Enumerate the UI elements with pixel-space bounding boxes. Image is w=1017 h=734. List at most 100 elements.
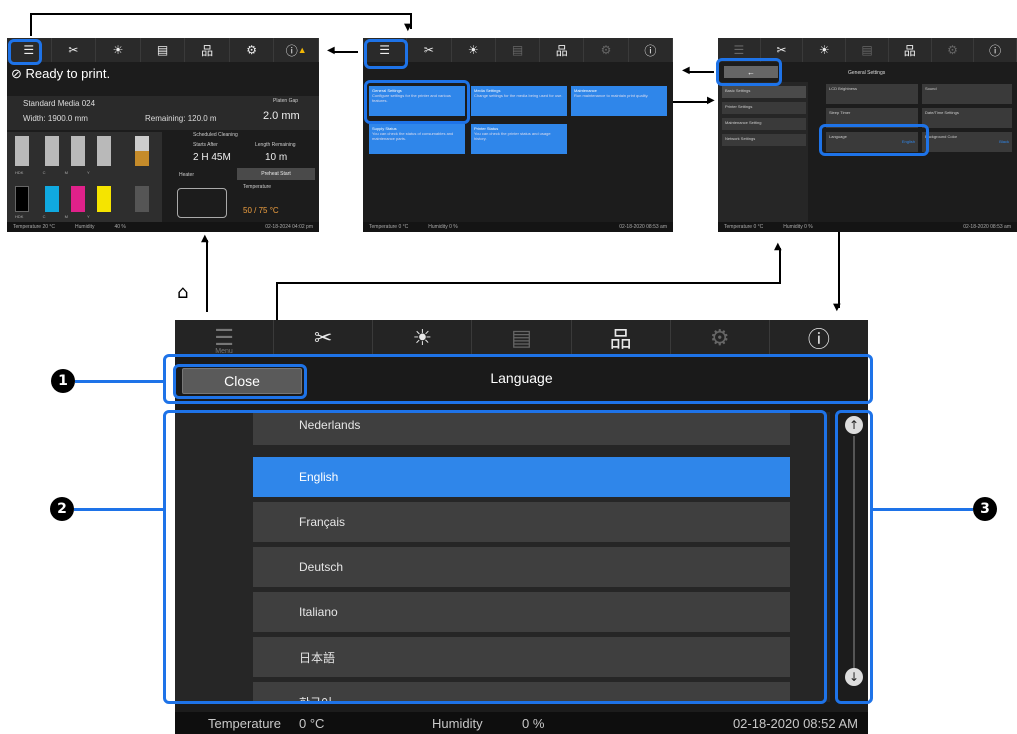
ink-labels-top: HDK C M Y <box>15 170 90 175</box>
info-icon[interactable]: ⓘ ▲ <box>274 38 319 62</box>
heater-label: Heater <box>179 172 195 178</box>
highlight-back-button <box>716 58 782 86</box>
menu-tile-media-settings[interactable]: Media Settings Change settings for the me… <box>471 86 567 116</box>
callout-line-1 <box>75 380 163 383</box>
length-remaining-value: 10 m <box>265 152 288 163</box>
left-item-printer[interactable]: Printer Settings <box>722 102 806 114</box>
highlight-language-list <box>163 410 827 704</box>
media-icon[interactable]: ▤ <box>141 38 186 62</box>
platen-gap-label: Platen Gap <box>273 98 299 104</box>
home-toolbar: ☰ ✂ ☀ ▤ 品 ⚙ ⓘ ▲ <box>7 38 319 62</box>
left-item-basic[interactable]: Basic Settings <box>722 86 806 98</box>
heater-diagram <box>177 188 227 218</box>
network-icon[interactable]: 品 <box>889 38 932 62</box>
callout-3: 3 <box>973 497 997 521</box>
light-icon[interactable]: ☀ <box>96 38 141 62</box>
maintenance-icon[interactable]: ⚙ <box>230 38 275 62</box>
length-remaining-label: Length Remaining <box>255 142 296 148</box>
maintenance-button[interactable]: ⚙ <box>671 320 770 356</box>
temperature-value: 0 °C <box>299 716 325 731</box>
light-icon: ☀ <box>412 325 433 350</box>
main-toolbar: ☰ Menu ✂ ☀ ▤ 品 ⚙ ⓘ <box>175 320 868 356</box>
info-button[interactable]: ⓘ <box>770 320 868 356</box>
maintenance-icon[interactable]: ⚙ <box>932 38 975 62</box>
ink-bar-hdk-bottom <box>15 186 29 212</box>
maintenance-icon[interactable]: ⚙ <box>584 38 629 62</box>
ready-status: ⊘ Ready to print. <box>11 66 111 81</box>
menu-tile-supply-status[interactable]: Supply Status You can check the status of… <box>369 124 465 154</box>
scissors-icon[interactable]: ✂ <box>52 38 97 62</box>
starts-after-label: Starts After <box>193 142 218 148</box>
remaining-label: Remaining: 120.0 m <box>145 114 217 123</box>
menu-button[interactable]: ☰ Menu <box>175 320 275 356</box>
menu-tile-maintenance[interactable]: Maintenance Run maintenance to maintain p… <box>571 86 667 116</box>
arrow-up-icon: ▲ <box>774 241 782 252</box>
left-item-maintenance[interactable]: Maintenance Setting <box>722 118 806 130</box>
menu-screen-thumbnail: ☰ ✂ ☀ ▤ 品 ⚙ ⓘ General Settings Configure … <box>363 38 673 232</box>
home-status-bar: Temperature 20 °C Humidity 40 % 02-18-2024 … <box>7 222 319 232</box>
warning-icon: ▲ <box>297 45 307 55</box>
ink-bar-waste <box>135 136 149 166</box>
ink-bar-m-top <box>71 136 85 166</box>
tile-background-color[interactable]: Background Color Black <box>922 132 1012 152</box>
callout-line-2 <box>74 508 163 511</box>
highlight-scrollbar <box>835 410 873 704</box>
network-icon[interactable]: 品 <box>185 38 230 62</box>
connector-line <box>276 282 780 284</box>
arrow-down-icon: ▼ <box>833 302 841 313</box>
arrow-right-icon: ▶ <box>707 95 715 106</box>
connector-line <box>206 240 208 312</box>
network-button[interactable]: 品 <box>572 320 671 356</box>
connector-line <box>30 13 412 15</box>
ink-bar-y-bottom <box>97 186 111 212</box>
scissors-icon[interactable]: ✂ <box>407 38 452 62</box>
arrow-up-icon: ▲ <box>201 233 209 244</box>
info-icon[interactable]: ⓘ <box>629 38 673 62</box>
highlight-menu-button <box>364 39 408 69</box>
highlight-general-settings <box>364 80 470 124</box>
starts-after-value: 2 H 45M <box>193 152 231 163</box>
tile-date-time[interactable]: Date/Time Settings <box>922 108 1012 128</box>
maintenance-icon: ⚙ <box>709 325 730 350</box>
scissors-icon: ✂ <box>313 325 333 350</box>
network-icon[interactable]: 品 <box>540 38 585 62</box>
media-icon[interactable]: ▤ <box>496 38 541 62</box>
arrow-down-icon: ▼ <box>404 22 412 33</box>
light-icon[interactable]: ☀ <box>803 38 847 62</box>
datetime: 02-18-2020 08:52 AM <box>732 716 858 731</box>
callout-2: 2 <box>50 497 74 521</box>
network-icon: 品 <box>609 327 632 352</box>
callout-1: 1 <box>51 369 75 393</box>
left-item-network[interactable]: Network Settings <box>722 134 806 146</box>
scheduled-cleaning-label: Scheduled Cleaning <box>193 132 238 138</box>
arrow-left-icon: ◀ <box>682 65 690 76</box>
connector-line <box>688 71 714 73</box>
media-button[interactable]: ▤ <box>472 320 572 356</box>
preheat-button[interactable]: Preheat Start <box>237 168 315 180</box>
humidity-value: 0 % <box>522 716 545 731</box>
highlight-menu-button-home <box>8 39 42 65</box>
arrow-left-icon: ◀ <box>327 45 335 56</box>
light-button[interactable]: ☀ <box>373 320 473 356</box>
connector-line <box>779 248 781 284</box>
temperature-value: 50 / 75 °C <box>243 206 279 215</box>
width-label: Width: 1900.0 mm <box>23 114 88 123</box>
ink-bar-c-bottom <box>45 186 59 212</box>
humidity-label: Humidity <box>432 716 483 731</box>
info-icon[interactable]: ⓘ <box>974 38 1017 62</box>
highlight-close-button <box>173 364 307 399</box>
tile-sound[interactable]: Sound <box>922 84 1012 104</box>
temperature-label: Temperature <box>243 184 272 190</box>
menu-toolbar: ☰ ✂ ☀ ▤ 品 ⚙ ⓘ <box>363 38 673 62</box>
tile-lcd-brightness[interactable]: LCD Brightness <box>826 84 918 104</box>
media-icon[interactable]: ▤ <box>846 38 889 62</box>
connector-line <box>30 14 32 36</box>
light-icon[interactable]: ☀ <box>452 38 496 62</box>
cutter-button[interactable]: ✂ <box>274 320 374 356</box>
menu-status-bar: Temperature 0 °C Humidity 0 % 02-18-2020 0… <box>363 222 673 232</box>
status-bar: Temperature 0 °C Humidity 0 % 02-18-2020… <box>175 712 868 734</box>
ink-bar-hdk-top <box>15 136 29 166</box>
media-icon: ▤ <box>511 325 532 350</box>
connector-line <box>333 51 358 53</box>
menu-tile-printer-status[interactable]: Printer Status You can check the printer … <box>471 124 567 154</box>
